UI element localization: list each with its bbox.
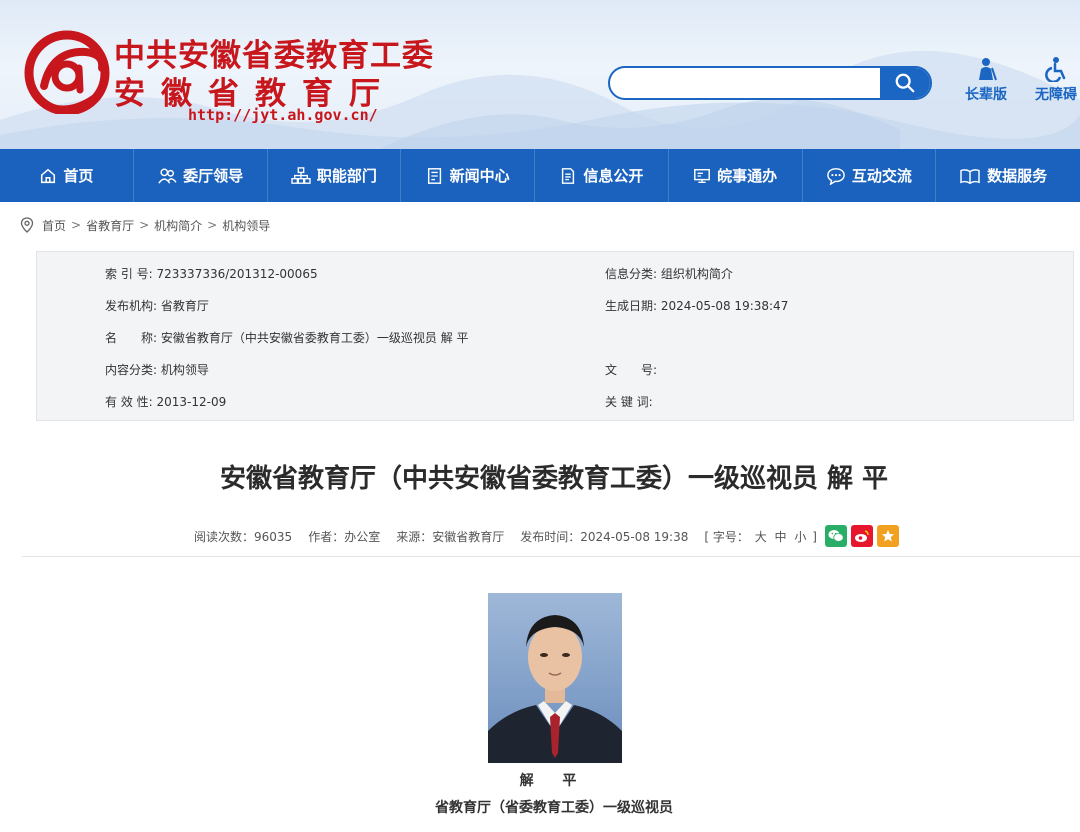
wechat-icon [828, 530, 844, 542]
document-icon [562, 167, 575, 184]
breadcrumb-home[interactable]: 首页 [42, 217, 66, 234]
news-icon [427, 167, 441, 184]
info-publisher-label: 发布机构: [105, 299, 158, 313]
location-pin-icon [20, 217, 34, 233]
nav-item-leaders[interactable]: 委厅领导 [134, 149, 268, 202]
nav-item-services[interactable]: 皖事通办 [669, 149, 803, 202]
info-content-category-label: 内容分类: [105, 363, 158, 377]
font-size-medium[interactable]: 中 [775, 530, 787, 544]
book-icon [960, 168, 980, 184]
breadcrumb-bureau[interactable]: 省教育厅 [86, 217, 134, 234]
portrait-illustration [488, 593, 622, 763]
source: 来源：安徽省教育厅 [396, 529, 505, 544]
org-chart-icon [291, 166, 311, 184]
font-size-prefix: [ 字号： [704, 529, 749, 544]
nav-label-services: 皖事通办 [717, 167, 778, 185]
info-category: 信息分类: 组织机构简介 [605, 265, 733, 282]
meta-divider [22, 556, 1080, 557]
search-button[interactable] [880, 68, 930, 98]
info-publisher: 发布机构: 省教育厅 [105, 297, 209, 314]
home-icon [41, 168, 56, 183]
nav-label-home: 首页 [63, 167, 94, 185]
share-wechat-button[interactable] [824, 525, 847, 547]
author: 作者：办公室 [308, 529, 381, 544]
info-validity: 有 效 性: 2013-12-09 [105, 393, 226, 410]
accessibility-icon [1045, 57, 1066, 82]
info-keywords: 关 键 词: [605, 393, 653, 410]
info-validity-value: 2013-12-09 [156, 395, 227, 409]
breadcrumb-separator: > [139, 218, 150, 232]
nav-item-departments[interactable]: 职能部门 [268, 149, 402, 202]
elder-mode-button[interactable]: 长辈版 [956, 56, 1016, 104]
nav-item-data[interactable]: 数据服务 [936, 149, 1070, 202]
search-box [608, 66, 932, 100]
info-doc-number: 文 号: [605, 361, 657, 378]
person-name: 解 平 [519, 773, 589, 789]
elder-icon [979, 58, 997, 81]
search-input[interactable] [610, 68, 882, 98]
info-created: 生成日期: 2024-05-08 19:38:47 [605, 297, 788, 314]
info-doc-number-label: 文 号: [605, 363, 658, 377]
font-size-small[interactable]: 小 [794, 530, 806, 544]
document-info-panel: 索 引 号: 723337336/201312-00065 信息分类: 组织机构… [36, 251, 1074, 421]
font-size-large[interactable]: 大 [755, 530, 767, 544]
breadcrumb-separator: > [71, 218, 82, 232]
info-created-label: 生成日期: [605, 299, 658, 313]
star-icon [881, 530, 894, 542]
breadcrumb-separator: > [207, 218, 218, 232]
info-keywords-label: 关 键 词: [605, 395, 653, 409]
share-weibo-button[interactable] [850, 525, 873, 547]
share-favorite-button[interactable] [876, 525, 899, 547]
nav-item-news[interactable]: 新闻中心 [401, 149, 535, 202]
accessibility-button[interactable]: 无障碍 [1026, 56, 1080, 104]
info-created-value: 2024-05-08 19:38:47 [660, 299, 789, 313]
article-meta: 阅读次数：96035 作者：办公室 来源：安徽省教育厅 发布时间：2024-05… [194, 524, 899, 548]
weibo-icon [854, 530, 869, 542]
font-size-suffix: ] [812, 529, 817, 544]
nav-label-disclosure: 信息公开 [583, 167, 644, 185]
logo-icon[interactable] [24, 28, 110, 114]
monitor-icon [694, 168, 711, 183]
elder-mode-label: 长辈版 [965, 87, 1007, 103]
breadcrumb-leaders[interactable]: 机构领导 [222, 217, 270, 234]
site-header: 中共安徽省委教育工委 安徽省教育厅 http://jyt.ah.gov.cn/ … [0, 0, 1080, 149]
font-size-control: [ 字号： 大 中 小 ] [704, 528, 817, 545]
person-title: 省教育厅（省委教育工委）一级巡视员 [435, 800, 673, 816]
nav-item-home[interactable]: 首页 [0, 149, 134, 202]
info-validity-label: 有 效 性: [105, 395, 153, 409]
info-name-label: 名 称: [105, 331, 158, 345]
accessibility-label: 无障碍 [1035, 87, 1077, 103]
nav-item-disclosure[interactable]: 信息公开 [535, 149, 669, 202]
info-name: 名 称: 安徽省教育厅（中共安徽省委教育工委）一级巡视员 解 平 [105, 329, 469, 346]
info-publisher-value: 省教育厅 [160, 299, 209, 313]
info-name-value: 安徽省教育厅（中共安徽省委教育工委）一级巡视员 解 平 [160, 331, 469, 345]
breadcrumb-intro[interactable]: 机构简介 [154, 217, 202, 234]
info-index: 索 引 号: 723337336/201312-00065 [105, 265, 318, 282]
people-icon [158, 168, 177, 184]
nav-label-data: 数据服务 [987, 167, 1048, 185]
nav-label-departments: 职能部门 [316, 167, 377, 185]
info-index-value: 723337336/201312-00065 [156, 267, 318, 281]
nav-item-interaction[interactable]: 互动交流 [803, 149, 937, 202]
info-category-label: 信息分类: [605, 267, 658, 281]
info-category-value: 组织机构简介 [660, 267, 733, 281]
nav-label-interaction: 互动交流 [851, 167, 912, 185]
nav-label-news: 新闻中心 [449, 167, 510, 185]
nav-label-leaders: 委厅领导 [183, 167, 244, 185]
breadcrumb: 首页 > 省教育厅 > 机构简介 > 机构领导 [20, 216, 270, 234]
article-title: 安徽省教育厅（中共安徽省委教育工委）一级巡视员 解 平 [219, 464, 889, 494]
info-content-category-value: 机构领导 [160, 363, 209, 377]
portrait-photo [488, 593, 622, 763]
publish-time: 发布时间：2024-05-08 19:38 [520, 529, 689, 544]
read-count: 阅读次数：96035 [194, 529, 293, 544]
site-url[interactable]: http://jyt.ah.gov.cn/ [188, 106, 378, 124]
chat-icon [827, 167, 845, 185]
info-index-label: 索 引 号: [105, 267, 153, 281]
search-icon [895, 73, 915, 93]
main-nav: 首页 委厅领导 职能部门 新闻中心 信息公开 皖事通办 互动交流 数据服务 [0, 149, 1080, 202]
info-content-category: 内容分类: 机构领导 [105, 361, 209, 378]
